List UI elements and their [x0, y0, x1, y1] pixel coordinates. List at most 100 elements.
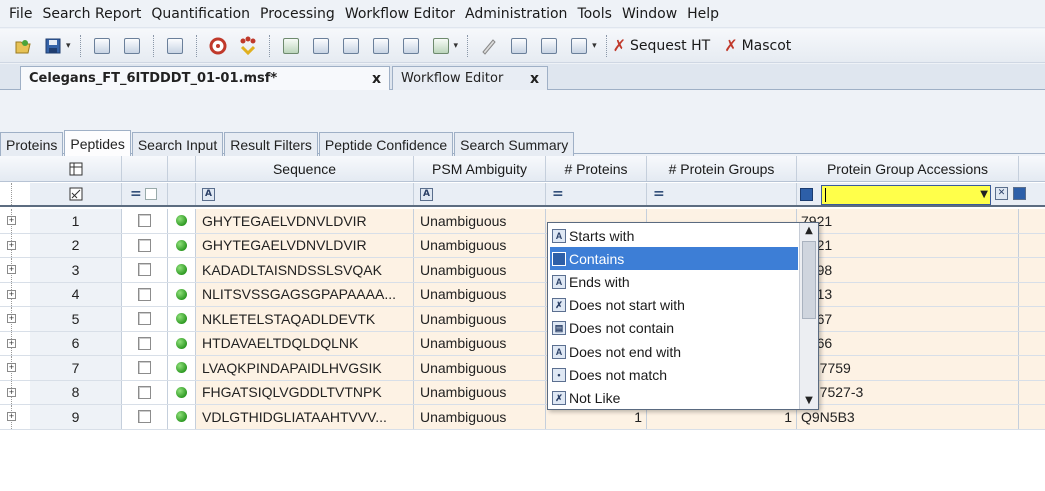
table-row[interactable]: + 3 KADADLTAISNDSSLSVQAK Unambiguous 769…	[0, 258, 1045, 283]
chevron-down-icon[interactable]: ▼	[980, 186, 988, 204]
save-icon[interactable]	[41, 35, 65, 57]
tab-result-filters[interactable]: Result Filters	[224, 132, 318, 156]
report-dropdown-icon[interactable]: ▾	[454, 41, 459, 51]
menu-search-report[interactable]: Search Report	[37, 6, 146, 22]
panel-icon[interactable]	[537, 35, 561, 57]
expand-icon[interactable]: +	[7, 216, 16, 225]
close-icon[interactable]: x	[372, 71, 381, 87]
tab-peptides[interactable]: Peptides	[64, 130, 131, 156]
row-checkbox[interactable]	[138, 287, 151, 301]
header-num-proteins[interactable]: # Proteins	[546, 156, 647, 181]
bar-chart2-icon[interactable]	[339, 35, 363, 57]
tab-proteins[interactable]: Proteins	[0, 132, 64, 156]
header-status[interactable]	[168, 156, 196, 181]
close-icon[interactable]: x	[530, 71, 539, 87]
filter-clear-icon[interactable]: ✕	[995, 187, 1008, 200]
tab-peptide-confidence[interactable]: Peptide Confidence	[318, 132, 454, 156]
filter-operator-dropdown[interactable]: ▲ ▼ A Starts with Contains A Ends with ✗ Does …	[547, 222, 819, 410]
checked-filter[interactable]: =	[122, 183, 168, 205]
option-starts-with[interactable]: A Starts with	[550, 224, 798, 247]
grid-icon[interactable]	[507, 35, 531, 57]
text-filter-icon[interactable]: A	[202, 187, 215, 201]
text-filter-icon[interactable]: A	[420, 187, 433, 201]
column-chooser-icon[interactable]	[30, 156, 122, 181]
accessions-filter-input[interactable]: ▼	[821, 185, 991, 205]
table-row[interactable]: + 9 VDLGTHIDGLIATAAHTVVV... Unambiguous …	[0, 405, 1045, 430]
table-row[interactable]: + 2 GHYTEGAELVDNVLDVIR Unambiguous 7921	[0, 233, 1045, 258]
num-proteins-filter[interactable]: =	[546, 183, 647, 205]
table-icon[interactable]	[369, 35, 393, 57]
checkbox-filter[interactable]	[144, 188, 157, 200]
expand-icon[interactable]: +	[7, 289, 16, 299]
tab-msf-file[interactable]: Celegans_FT_6ITDDDT_01-01.msf* x	[20, 66, 390, 90]
expand-icon[interactable]: +	[7, 338, 16, 348]
scroll-down-icon[interactable]: ▼	[800, 393, 818, 409]
chart-icon[interactable]	[120, 35, 144, 57]
menu-help[interactable]: Help	[682, 6, 724, 22]
row-checkbox[interactable]	[138, 214, 151, 228]
save-dropdown-icon[interactable]: ▾	[66, 41, 71, 51]
psm-ambiguity-filter[interactable]: A	[414, 183, 546, 205]
row-checkbox[interactable]	[138, 312, 151, 326]
option-does-not-contain[interactable]: ▤ Does not contain	[550, 317, 798, 340]
option-does-not-start-with[interactable]: ✗ Does not start with	[550, 294, 798, 317]
expand-icon[interactable]: +	[7, 412, 16, 421]
contains-operator-icon[interactable]	[800, 187, 813, 201]
dropdown-scrollbar[interactable]: ▲ ▼	[799, 223, 818, 409]
tab-search-input[interactable]: Search Input	[131, 132, 224, 156]
menu-tools[interactable]: Tools	[572, 6, 617, 22]
mascot-button[interactable]: Mascot	[742, 38, 792, 54]
status-filter[interactable]	[168, 183, 196, 205]
expand-icon[interactable]: +	[7, 363, 16, 372]
filter-apply-icon[interactable]	[1013, 187, 1026, 200]
clear-filter-button[interactable]	[30, 183, 122, 205]
view-icon[interactable]	[163, 35, 187, 57]
menu-window[interactable]: Window	[617, 6, 682, 22]
row-checkbox[interactable]	[138, 263, 151, 277]
menu-administration[interactable]: Administration	[460, 6, 572, 22]
edit-icon[interactable]	[477, 35, 501, 57]
table-row[interactable]: + 6 HTDAVAELTDQLDQLNK Unambiguous 2566	[0, 331, 1045, 356]
row-checkbox[interactable]	[138, 410, 151, 424]
row-checkbox[interactable]	[138, 385, 151, 399]
table-row[interactable]: + 1 GHYTEGAELVDNVLDVIR Unambiguous 7921	[0, 209, 1045, 234]
panel-dropdown-icon[interactable]: ▾	[592, 41, 597, 51]
spectrum-icon[interactable]	[279, 35, 303, 57]
target-icon[interactable]	[206, 35, 230, 57]
molecule-icon[interactable]	[236, 35, 260, 57]
expand-icon[interactable]: +	[7, 265, 16, 274]
table-row[interactable]: + 4 NLITSVSSGAGSGPAPAAAA... Unambiguous …	[0, 282, 1045, 307]
row-checkbox[interactable]	[138, 238, 151, 252]
header-checked[interactable]	[122, 156, 168, 181]
bar-chart-icon[interactable]	[309, 35, 333, 57]
layout-icon[interactable]	[90, 35, 114, 57]
option-not-like[interactable]: ✗ Not Like	[550, 386, 798, 409]
open-icon[interactable]	[11, 35, 35, 57]
num-protein-groups-filter[interactable]: =	[647, 183, 797, 205]
scroll-thumb[interactable]	[802, 241, 816, 319]
table-row[interactable]: + 8 FHGATSIQLVGDDLTVTNPK Unambiguous 2 1…	[0, 380, 1045, 405]
sequest-button[interactable]: Sequest HT	[630, 38, 710, 54]
header-sequence[interactable]: Sequence	[196, 156, 414, 181]
tab-search-summary[interactable]: Search Summary	[454, 132, 575, 156]
row-checkbox[interactable]	[138, 336, 151, 350]
header-num-protein-groups[interactable]: # Protein Groups	[647, 156, 797, 181]
header-protein-group-accessions[interactable]: Protein Group Accessions	[797, 156, 1019, 181]
scroll-up-icon[interactable]: ▲	[800, 223, 818, 239]
expand-icon[interactable]: +	[7, 387, 16, 397]
report-icon[interactable]	[429, 35, 453, 57]
expand-icon[interactable]: +	[7, 314, 16, 323]
table-row[interactable]: + 7 LVAQKPINDAPAIDLHVGSIK Unambiguous 1 …	[0, 356, 1045, 381]
image-icon[interactable]	[399, 35, 423, 57]
expand-icon[interactable]: +	[7, 240, 16, 250]
header-psm-ambiguity[interactable]: PSM Ambiguity	[414, 156, 546, 181]
panel2-icon[interactable]	[567, 35, 591, 57]
menu-processing[interactable]: Processing	[255, 6, 340, 22]
tab-workflow-editor[interactable]: Workflow Editor x	[392, 66, 548, 90]
option-ends-with[interactable]: A Ends with	[550, 270, 798, 293]
table-row[interactable]: + 5 NKLETELSTAQADLDEVTK Unambiguous 0567	[0, 307, 1045, 332]
sequence-filter[interactable]: A	[196, 183, 414, 205]
option-contains[interactable]: Contains	[550, 247, 798, 271]
menu-workflow-editor[interactable]: Workflow Editor	[340, 6, 460, 22]
row-checkbox[interactable]	[138, 361, 151, 375]
